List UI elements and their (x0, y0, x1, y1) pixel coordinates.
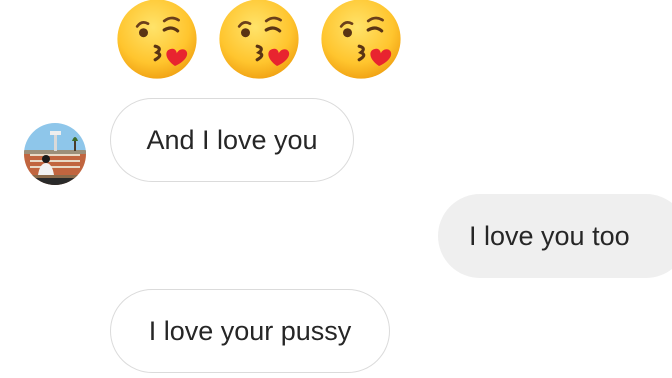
message-text: And I love you (146, 124, 318, 155)
message-text: I love you too (469, 220, 630, 251)
emoji-message[interactable] (112, 0, 406, 84)
message-bubble-received[interactable]: And I love you (110, 98, 354, 182)
message-text: I love your pussy (148, 315, 352, 346)
avatar[interactable] (24, 123, 86, 185)
face-blowing-a-kiss-icon (321, 0, 401, 79)
message-bubble-sent[interactable]: I love you too (438, 194, 672, 278)
face-blowing-a-kiss-icon (219, 0, 299, 79)
message-bubble-received[interactable]: I love your pussy (110, 289, 390, 373)
profile-avatar-image (24, 123, 86, 185)
message-thread: And I love you I love you too I love you… (0, 0, 672, 378)
face-blowing-a-kiss-icon (117, 0, 197, 79)
